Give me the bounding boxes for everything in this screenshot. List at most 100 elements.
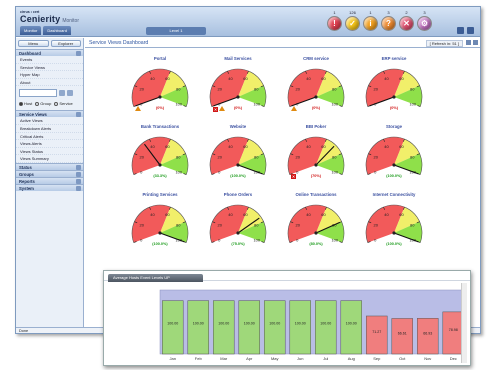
- svg-text:40: 40: [384, 144, 389, 149]
- gauge-printing-services[interactable]: Printing Services020406080100(100.0%): [125, 192, 195, 250]
- status-ball-icon: ?: [381, 16, 396, 31]
- chart-title[interactable]: Average Hosts Event Levels UP: [108, 274, 203, 282]
- gauge-mail-services[interactable]: Mail Services020406080100✕(0%): [203, 56, 273, 114]
- brand-product: Monitor: [62, 18, 80, 24]
- gauge-dial: 020406080100: [287, 68, 345, 107]
- svg-text:60: 60: [243, 212, 248, 217]
- svg-text:20: 20: [296, 154, 301, 159]
- scrollbar[interactable]: [461, 283, 467, 363]
- print-icon[interactable]: [466, 40, 471, 45]
- expand-icon[interactable]: [76, 185, 81, 191]
- sidebar-section-status[interactable]: Status: [16, 162, 83, 170]
- status-indicator[interactable]: 126 ✓: [345, 10, 360, 34]
- svg-text:40: 40: [150, 144, 155, 149]
- gauge-crm-service[interactable]: CRM service020406080100(0%): [281, 56, 351, 114]
- sidebar-toggle: Menu Explorer: [16, 38, 83, 49]
- sidebar-item-events[interactable]: Events: [16, 56, 83, 64]
- bar-value-label: 78.98: [449, 328, 458, 332]
- sidebar-item-views-status[interactable]: Views Status: [16, 148, 83, 156]
- bar-value-label: 71.27: [372, 330, 381, 334]
- sidebar-section-groups[interactable]: Groups: [16, 169, 83, 177]
- chart-bar: [289, 300, 311, 355]
- radio-host[interactable]: Host: [19, 101, 32, 106]
- svg-text:20: 20: [140, 154, 145, 159]
- sidebar-section-label: Dashboard: [19, 51, 41, 56]
- search-icon[interactable]: [59, 90, 65, 97]
- gauge-internet-connectivity[interactable]: Internet Connectivity020406080100(100.0%…: [359, 192, 429, 250]
- status-ball-icon: i: [363, 16, 378, 31]
- svg-text:60: 60: [321, 76, 326, 81]
- gauge-dial: 020406080100: [365, 136, 423, 175]
- sidebar-section-dashboard[interactable]: Dashboard: [16, 49, 83, 56]
- collapse-icon[interactable]: [76, 51, 81, 56]
- svg-text:60: 60: [243, 76, 248, 81]
- sidebar-item-critical-alerts[interactable]: Critical Alerts: [16, 133, 83, 141]
- refresh-countdown[interactable]: [ Refresh in: 51 ]: [425, 40, 463, 47]
- gauge-dial: 020406080100: [131, 136, 189, 175]
- gauge-website[interactable]: Website020406080100(100.0%): [203, 124, 273, 182]
- gauge-storage[interactable]: Storage020406080100(100.0%): [359, 124, 429, 182]
- chart-bar: [417, 318, 439, 355]
- gauge-title: Bank Transactions: [140, 124, 180, 129]
- sidebar-item-about[interactable]: About: [16, 79, 83, 87]
- gauge-phone-orders[interactable]: Phone Orders 0 20 40 60 80 100 (75.0%): [203, 192, 273, 250]
- gauge-value: (100.0%): [152, 242, 168, 246]
- svg-text:80: 80: [332, 86, 337, 91]
- tab-monitor[interactable]: Monitor: [20, 26, 42, 35]
- status-ball-icon: ✓: [345, 16, 360, 31]
- page-title: Service Views Dashboard: [89, 40, 149, 46]
- sidebar-item-active-views[interactable]: Active Views: [16, 117, 83, 125]
- gauge-online-transactions[interactable]: Online Transactions020406080100(80.0%): [281, 192, 351, 250]
- radio-group[interactable]: Group: [35, 101, 51, 106]
- gauge-title: Printing Services: [142, 192, 178, 197]
- filter-icon[interactable]: [67, 90, 73, 97]
- minimize-icon[interactable]: [457, 27, 464, 34]
- svg-text:40: 40: [228, 212, 233, 217]
- sidebar-section-system[interactable]: System: [16, 183, 83, 191]
- gauge-erp-service[interactable]: ERP service020406080100(0%): [359, 56, 429, 114]
- x-tick-label: Oct: [399, 356, 406, 361]
- sidebar-item-service-views[interactable]: Service Views: [16, 64, 83, 72]
- gauge-bbi-poker[interactable]: BBI Poker 0 20 40 60 80 100 ✕ (70%): [281, 124, 351, 182]
- explorer-button[interactable]: Explorer: [50, 40, 81, 47]
- sidebar-item-hyper-map[interactable]: Hyper Map: [16, 71, 83, 79]
- svg-text:20: 20: [218, 86, 223, 91]
- sidebar-section-reports[interactable]: Reports: [16, 176, 83, 184]
- collapse-icon[interactable]: [76, 112, 81, 118]
- tab-dashboard[interactable]: Dashboard: [43, 26, 71, 35]
- export-icon[interactable]: [473, 40, 478, 45]
- status-indicator[interactable]: 1!: [327, 10, 342, 34]
- sidebar-section-label: Service Views: [19, 112, 47, 118]
- bar-value-label: 100.00: [193, 322, 204, 326]
- sidebar-item-views-alerts[interactable]: Views Alerts: [16, 140, 83, 148]
- chart-bar: [162, 300, 184, 355]
- status-indicator[interactable]: 3?: [381, 10, 396, 34]
- gauge-portal[interactable]: Portal020406080100(0%): [125, 56, 195, 114]
- close-icon[interactable]: [467, 27, 474, 34]
- chart-bar: [187, 300, 209, 355]
- sidebar-item-breakdown-alerts[interactable]: Breakdown Alerts: [16, 125, 83, 133]
- status-indicator[interactable]: 1i: [363, 10, 378, 34]
- status-indicator[interactable]: 2 ✕: [399, 10, 414, 34]
- radio-service[interactable]: Service: [54, 101, 73, 106]
- status-indicator[interactable]: 3 ⚙: [417, 10, 432, 34]
- search-scope: Host Group Service: [16, 100, 83, 107]
- sidebar-section-service-views[interactable]: Service Views: [16, 110, 83, 118]
- svg-text:20: 20: [140, 222, 145, 227]
- svg-text:60: 60: [165, 76, 170, 81]
- gauge-title: ERP service: [381, 56, 407, 61]
- search-input[interactable]: [19, 89, 57, 98]
- gauge-title: Phone Orders: [223, 192, 253, 197]
- gauge-value: (80.0%): [309, 242, 323, 246]
- bar-value-label: 100.00: [244, 322, 255, 326]
- gauge-value: (33.3%): [153, 174, 167, 178]
- gauge-bank-transactions[interactable]: Bank Transactions 0 20 40 60 80 100 (33.3%): [125, 124, 195, 182]
- svg-text:20: 20: [140, 86, 145, 91]
- bar-chart: 100.00 Jan 100.00 Feb 100.00 Mar 100.00 Apr 100.…: [159, 289, 467, 361]
- sidebar-item-views-summary[interactable]: Views Summary: [16, 155, 83, 163]
- bar-value-label: 100.00: [346, 322, 357, 326]
- svg-text:60: 60: [321, 212, 326, 217]
- chart-panel-header: Average Hosts Event Levels UP: [104, 271, 470, 282]
- gauge-value: (0%): [389, 106, 399, 110]
- menu-button[interactable]: Menu: [18, 40, 49, 47]
